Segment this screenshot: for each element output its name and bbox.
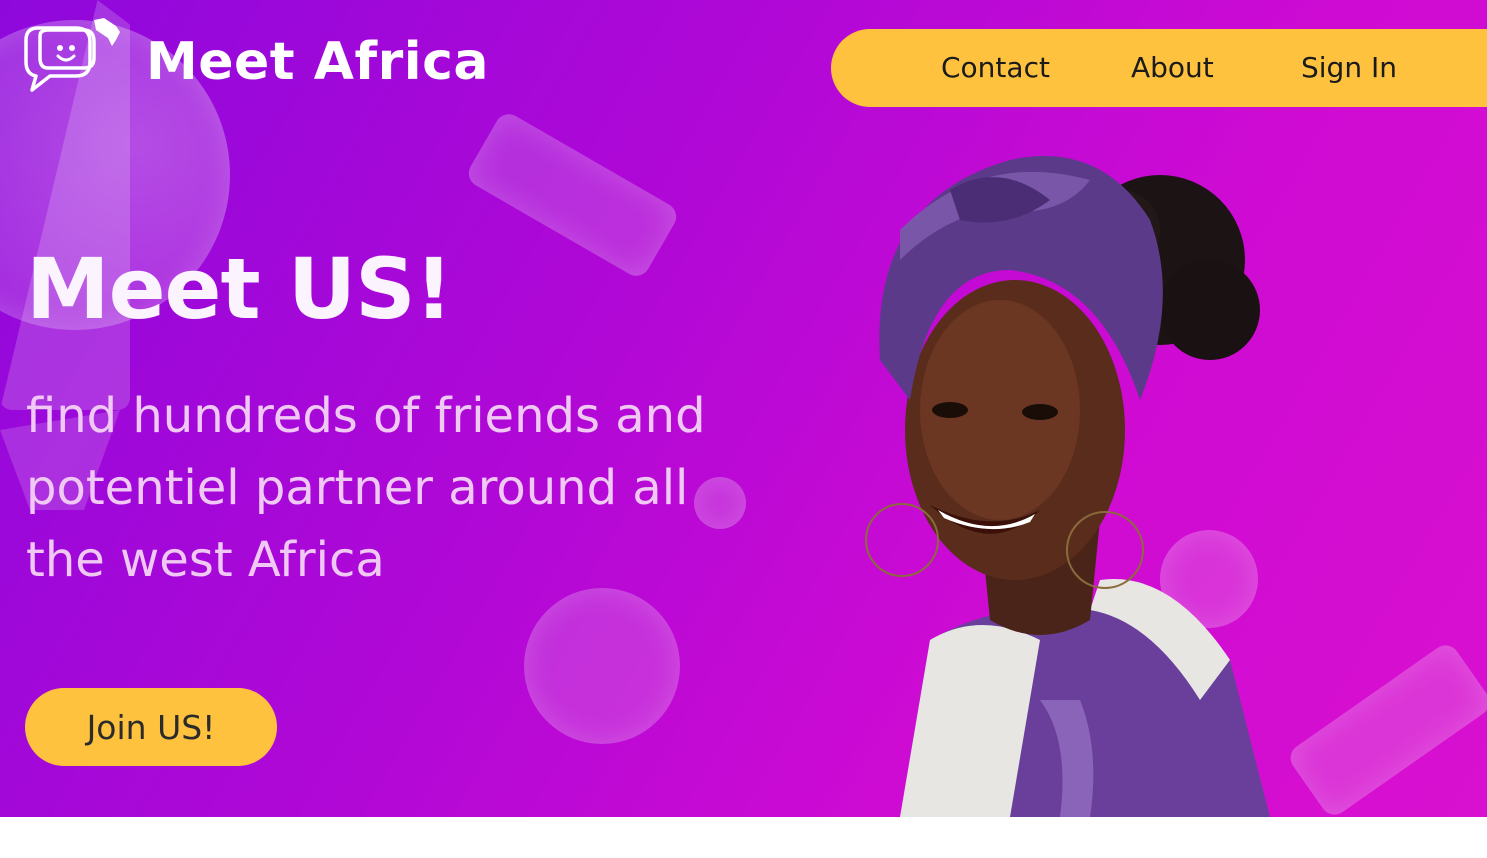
chat-bubble-africa-icon	[24, 18, 120, 92]
hero-subtext-line: find hundreds of friends and	[26, 388, 706, 444]
nav-about[interactable]: About	[1131, 51, 1214, 84]
hero-subtext-line: potentiel partner around all	[26, 460, 689, 516]
nav-sign-in[interactable]: Sign In	[1301, 51, 1397, 84]
logo[interactable]	[18, 18, 123, 98]
woman-portrait-illustration	[865, 156, 1270, 817]
hero-subtext-line: the west Africa	[26, 532, 385, 588]
decorative-circle	[524, 588, 680, 744]
hero-section: Meet Africa Contact About Sign In Meet U…	[0, 0, 1487, 817]
join-us-button[interactable]: Join US!	[25, 688, 277, 766]
top-nav: Contact About Sign In	[831, 29, 1487, 107]
brand-name: Meet Africa	[146, 32, 489, 92]
hero-headline: Meet US!	[26, 240, 453, 338]
decorative-rectangle	[463, 109, 682, 281]
nav-contact[interactable]: Contact	[941, 51, 1050, 84]
hero-subtext: find hundreds of friends and potentiel p…	[26, 380, 786, 596]
